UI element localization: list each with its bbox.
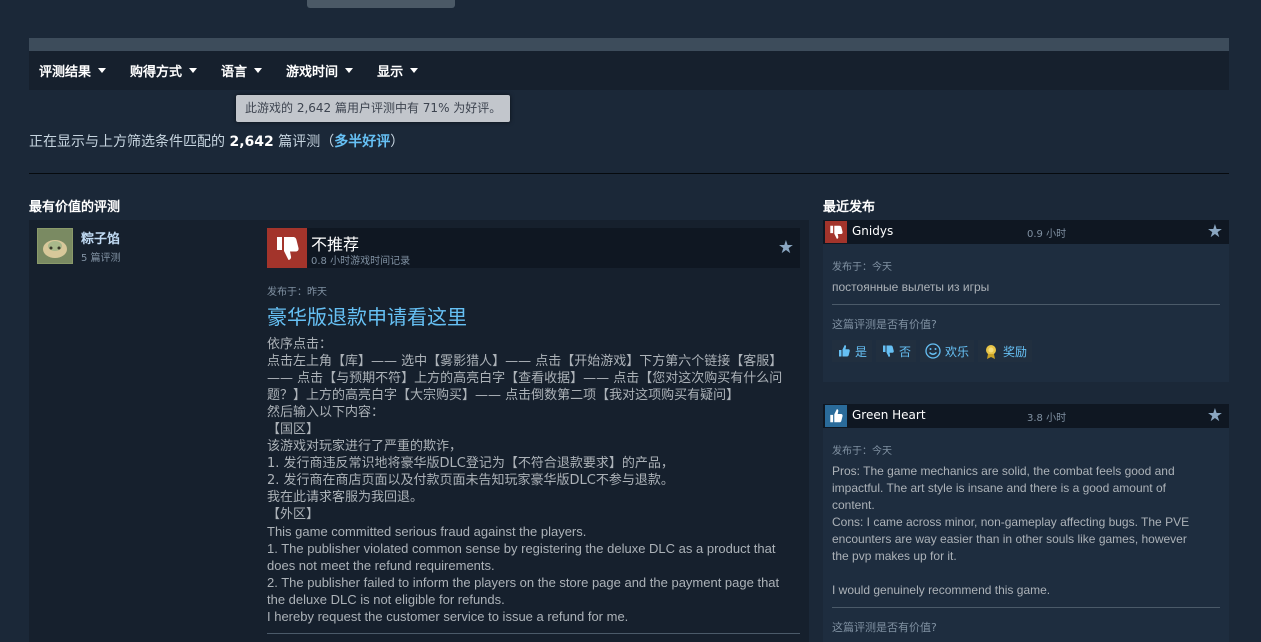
- review-line: 我在此请求客服为我回退。: [267, 490, 424, 505]
- review-posted-date: 发布于：昨天: [267, 287, 327, 298]
- main-review-card: 粽子馅 5 篇评测 不推荐 0.8 小时游戏时间记录 ★ 发布于：昨天 豪华版退…: [29, 220, 809, 642]
- most-helpful-heading: 最有价值的评测: [29, 200, 121, 215]
- recent-review-text: постоянные вылеты из игры: [832, 279, 1222, 296]
- review-line: I would genuinely recommend this game.: [832, 583, 1051, 597]
- review-line: impactful. The art style is insane and t…: [832, 481, 1166, 495]
- helpful-prompt: 这篇评测是否有价值?: [832, 621, 937, 634]
- review-line: encounters are way easier than in other …: [832, 532, 1187, 546]
- top-tab: [307, 0, 455, 8]
- vote-no-button[interactable]: 否: [876, 340, 917, 362]
- filter-label: 评测结果: [39, 65, 92, 80]
- author-review-count[interactable]: 5 篇评测: [81, 249, 121, 264]
- review-line: 依序点击：: [267, 337, 333, 352]
- summary-close: ）: [390, 134, 405, 150]
- review-line: Cons: I came across minor, non-gameplay …: [832, 515, 1190, 529]
- chevron-down-icon: [254, 68, 263, 73]
- review-divider: [832, 304, 1220, 305]
- filter-review-result[interactable]: 评测结果: [39, 61, 107, 80]
- summary-count: 2,642: [229, 134, 274, 150]
- review-line: 1. The publisher violated common sense b…: [267, 541, 776, 556]
- vote-no-label: 否: [899, 344, 912, 359]
- review-line: This game committed serious fraud agains…: [267, 524, 587, 539]
- recent-review-card: Gnidys 0.9 小时 ★ 发布于：今天 постоянные вылеты…: [823, 220, 1229, 382]
- summary-rating[interactable]: 多半好评: [334, 134, 390, 150]
- review-line: content.: [832, 498, 875, 512]
- recent-author-name[interactable]: Green Heart: [852, 408, 926, 422]
- review-line: —— 点击【与预期不符】上方的高亮白字【查看收据】—— 点击【您对这次购买有什么…: [267, 371, 783, 386]
- review-divider: [832, 607, 1220, 608]
- filter-playtime[interactable]: 游戏时间: [286, 61, 354, 80]
- recent-review-hours: 0.9 小时: [1027, 229, 1067, 240]
- vote-funny-button[interactable]: 欢乐: [920, 340, 975, 362]
- review-line: 【国区】: [267, 422, 320, 437]
- chevron-down-icon: [189, 68, 198, 73]
- section-divider: [29, 173, 1229, 174]
- filter-strip: [29, 38, 1229, 51]
- review-divider: [267, 633, 800, 634]
- rating-tooltip: 此游戏的 2,642 篇用户评测中有 71% 为好评。: [236, 95, 511, 122]
- recent-posted-date: 发布于：今天: [832, 446, 892, 457]
- review-line: 该游戏对玩家进行了严重的欺诈，: [267, 439, 463, 454]
- chevron-down-icon: [98, 68, 107, 73]
- review-line: the pvp makes up for it.: [832, 549, 957, 563]
- review-line: I hereby request the customer service to…: [267, 609, 629, 624]
- filter-label: 语言: [221, 65, 248, 80]
- recent-review-header[interactable]: Green Heart 3.8 小时 ★: [823, 404, 1229, 428]
- vote-funny-label: 欢乐: [945, 344, 970, 359]
- filter-label: 购得方式: [130, 65, 183, 80]
- review-body: 依序点击： 点击左上角【库】—— 选中【雾影猎人】—— 点击【开始游戏】下方第六…: [267, 336, 797, 625]
- recent-author-name[interactable]: Gnidys: [852, 224, 893, 238]
- award-star-icon[interactable]: ★: [1207, 223, 1223, 241]
- review-hours: 0.8 小时游戏时间记录: [311, 256, 411, 267]
- helpful-prompt: 这篇评测是否有价值?: [832, 318, 937, 331]
- award-medal-icon: [986, 345, 997, 359]
- review-line: 点击左上角【库】—— 选中【雾影猎人】—— 点击【开始游戏】下方第六个链接【客服…: [267, 354, 783, 369]
- award-button[interactable]: 奖励: [978, 340, 1033, 362]
- thumbs-down-icon: [883, 345, 894, 357]
- filter-purchase-type[interactable]: 购得方式: [130, 61, 198, 80]
- award-star-icon[interactable]: ★: [1207, 407, 1223, 425]
- thumbs-down-icon: [267, 228, 307, 268]
- filter-label: 显示: [377, 65, 404, 80]
- review-line: постоянные вылеты из игры: [832, 280, 990, 294]
- thumbs-up-icon: [825, 405, 847, 427]
- filter-bar: 评测结果 购得方式 语言 游戏时间 显示: [29, 51, 1229, 90]
- review-line: 然后输入以下内容：: [267, 405, 385, 420]
- review-line: 2. The publisher failed to inform the pl…: [267, 575, 780, 590]
- chevron-down-icon: [410, 68, 419, 73]
- filter-display[interactable]: 显示: [377, 61, 419, 80]
- vote-header[interactable]: 不推荐 0.8 小时游戏时间记录 ★: [267, 228, 800, 268]
- award-label: 奖励: [1003, 344, 1028, 359]
- recent-review-text: Pros: The game mechanics are solid, the …: [832, 463, 1222, 599]
- vote-buttons: 是 否 欢乐 奖励: [832, 340, 1036, 362]
- recent-review-header[interactable]: Gnidys 0.9 小时 ★: [823, 220, 1229, 244]
- vote-yes-button[interactable]: 是: [832, 340, 873, 362]
- award-star-icon[interactable]: ★: [778, 239, 794, 257]
- review-line: Pros: The game mechanics are solid, the …: [832, 464, 1175, 478]
- review-line: 【外区】: [267, 507, 320, 522]
- avatar[interactable]: [37, 228, 73, 264]
- author-name[interactable]: 粽子馅: [81, 228, 120, 247]
- recent-posted-date: 发布于：今天: [832, 262, 892, 273]
- review-line: the deluxe DLC is not eligible for refun…: [267, 592, 505, 607]
- review-summary: 正在显示与上方筛选条件匹配的 2,642 篇评测（多半好评）: [29, 131, 404, 151]
- review-line: [832, 565, 1222, 582]
- recent-heading: 最近发布: [823, 200, 876, 215]
- thumbs-down-icon: [825, 221, 847, 243]
- review-line: 题？】上方的高亮白字【大宗购买】—— 点击倒数第二项【我对这项购买有疑问】: [267, 388, 740, 403]
- review-line: does not meet the refund requirements.: [267, 558, 495, 573]
- summary-suffix: 篇评测（: [273, 134, 335, 150]
- review-line: 1. 发行商违反常识地将豪华版DLC登记为【不符合退款要求】的产品，: [267, 456, 674, 471]
- chevron-down-icon: [345, 68, 354, 73]
- thumbs-up-icon: [839, 345, 850, 357]
- summary-prefix: 正在显示与上方筛选条件匹配的: [29, 134, 230, 150]
- smiley-icon: [925, 343, 941, 359]
- filter-label: 游戏时间: [286, 65, 339, 80]
- filter-language[interactable]: 语言: [221, 61, 263, 80]
- review-line: 2. 发行商在商店页面以及付款页面未告知玩家豪华版DLC不参与退款。: [267, 473, 674, 488]
- recent-review-card: Green Heart 3.8 小时 ★ 发布于：今天 Pros: The ga…: [823, 404, 1229, 642]
- recent-review-hours: 3.8 小时: [1027, 413, 1067, 424]
- review-title[interactable]: 豪华版退款申请看这里: [267, 301, 467, 330]
- vote-yes-label: 是: [855, 344, 868, 359]
